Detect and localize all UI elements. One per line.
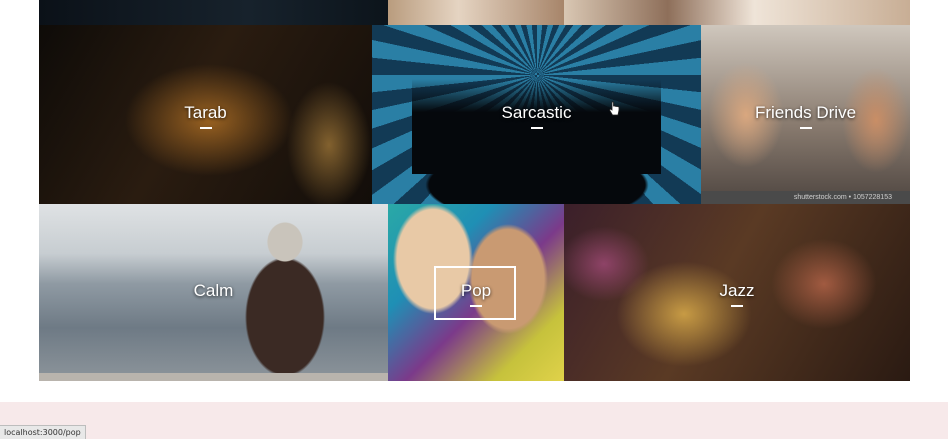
dock-edge [39, 373, 388, 381]
playlist-label-friends-drive: Friends Drive [754, 102, 857, 122]
label-underline [731, 304, 743, 307]
hand-cursor-icon [608, 101, 620, 116]
seated-person [244, 222, 326, 381]
label-underline [199, 126, 212, 129]
playlist-tile-pop[interactable]: Pop [388, 204, 564, 381]
playlist-tile-sarcastic[interactable]: Sarcastic [372, 25, 701, 204]
playlist-tile-top-right[interactable] [564, 0, 910, 25]
playlist-tile-jazz[interactable]: Jazz [564, 204, 910, 381]
playlist-label-tarab: Tarab [184, 102, 227, 122]
playlist-label-pop: Pop [460, 280, 492, 300]
label-underline [470, 304, 482, 307]
label-underline [530, 126, 543, 129]
page-footer [0, 402, 948, 439]
playlist-tile-tarab[interactable]: Tarab [39, 25, 372, 204]
status-bar-url: localhost:3000/pop [0, 425, 86, 439]
playlist-label-sarcastic: Sarcastic [501, 102, 572, 122]
playlist-tile-top-middle[interactable] [388, 0, 564, 25]
playlist-label-jazz: Jazz [719, 280, 755, 300]
image-credit: shutterstock.com • 1057228153 [701, 191, 910, 204]
playlist-tile-calm[interactable]: Calm [39, 204, 388, 381]
playlist-tile-friends-drive[interactable]: Friends Drive shutterstock.com • 1057228… [701, 25, 910, 204]
tile-image [39, 0, 388, 25]
playlist-tile-top-left[interactable] [39, 0, 388, 25]
playlist-label-calm: Calm [193, 280, 234, 300]
label-underline [799, 126, 812, 129]
tile-image [564, 0, 910, 25]
tile-image [388, 0, 564, 25]
playlist-grid: Tarab Sarcastic Friends Drive shuttersto… [39, 0, 910, 381]
